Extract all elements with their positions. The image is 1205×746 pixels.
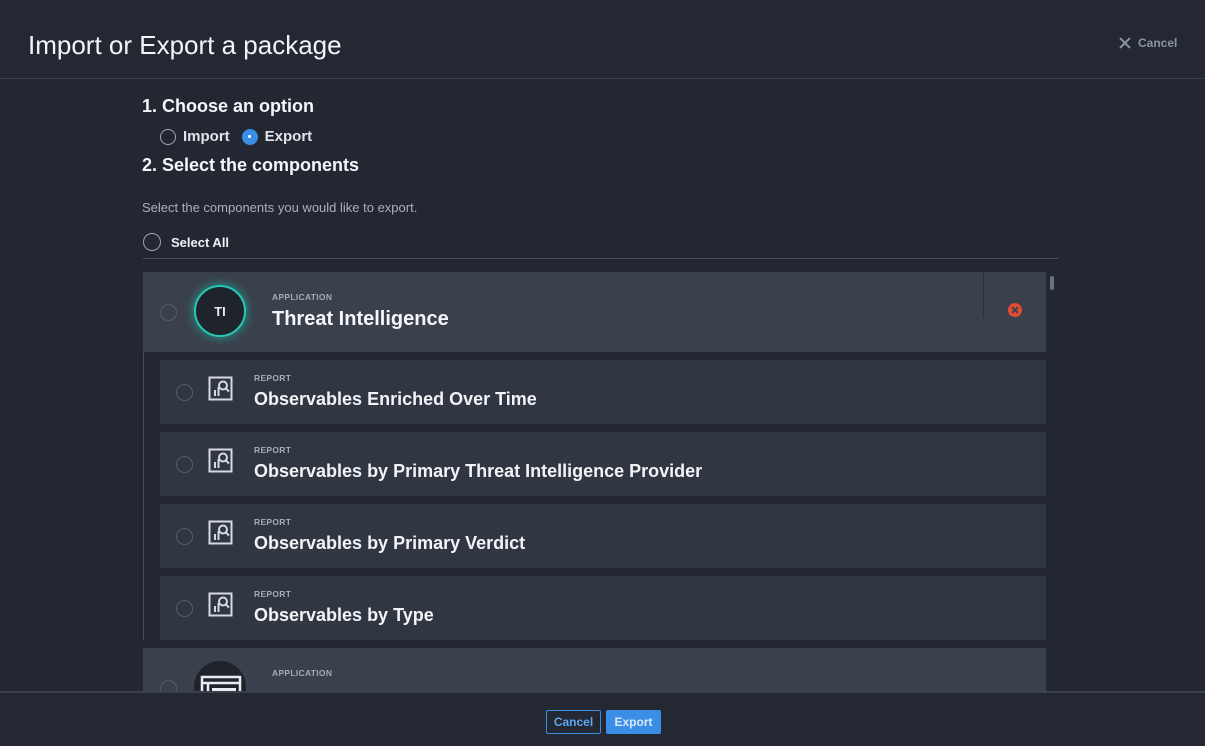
step2-title: 2. Select the components xyxy=(142,155,360,175)
application-name: Threat Intelligence xyxy=(272,308,449,330)
list-scrollbar[interactable] xyxy=(1050,276,1054,290)
report-row[interactable]: REPORT Observables by Type xyxy=(160,576,1046,640)
step2-description: Select the components you would like to … xyxy=(142,200,418,215)
report-select-radio[interactable] xyxy=(176,456,193,473)
step1-title: 1. Choose an option xyxy=(142,96,315,116)
report-name: Observables Enriched Over Time xyxy=(254,389,537,409)
export-radio[interactable] xyxy=(241,128,258,145)
report-name: Observables by Primary Threat Intelligen… xyxy=(254,461,703,481)
import-label: Import xyxy=(183,128,230,145)
application-type-label: APPLICATION xyxy=(272,292,333,302)
report-icon xyxy=(208,592,233,617)
report-select-radio[interactable] xyxy=(176,600,193,617)
select-all-radio[interactable] xyxy=(143,233,161,251)
export-option[interactable]: Export xyxy=(241,128,313,145)
application-select-radio[interactable] xyxy=(160,680,177,691)
page-title: Import or Export a package xyxy=(28,30,342,60)
report-type-label: REPORT xyxy=(254,517,292,527)
tree-connector-line xyxy=(143,352,144,640)
option-radio-group: Import Export xyxy=(160,128,312,145)
application-type-label: APPLICATION xyxy=(272,668,333,678)
report-icon xyxy=(208,376,233,401)
application-row[interactable]: APPLICATION xyxy=(143,648,1046,691)
import-option[interactable]: Import xyxy=(160,128,230,145)
cancel-button[interactable]: Cancel xyxy=(546,710,601,734)
modal-header: Import or Export a package Cancel xyxy=(0,0,1205,79)
report-type-label: REPORT xyxy=(254,589,292,599)
remove-icon[interactable] xyxy=(1008,303,1022,317)
import-radio[interactable] xyxy=(160,128,176,145)
divider xyxy=(143,258,1058,259)
select-all-checkbox[interactable]: Select All xyxy=(143,233,229,251)
report-row[interactable]: REPORT Observables by Primary Threat Int… xyxy=(160,432,1046,496)
close-icon xyxy=(1118,36,1132,50)
report-select-radio[interactable] xyxy=(176,384,193,401)
report-name: Observables by Type xyxy=(254,605,434,625)
modal-footer: Cancel Export xyxy=(0,691,1205,746)
component-list: TI APPLICATION Threat Intelligence REPOR… xyxy=(143,272,1046,691)
header-cancel-label: Cancel xyxy=(1138,36,1178,50)
report-name: Observables by Primary Verdict xyxy=(254,533,526,553)
report-icon xyxy=(208,520,233,545)
header-cancel-button[interactable]: Cancel xyxy=(1118,36,1177,50)
application-row[interactable]: TI APPLICATION Threat Intelligence xyxy=(143,272,1046,352)
layout-icon xyxy=(200,675,242,691)
application-avatar xyxy=(194,661,246,691)
export-button[interactable]: Export xyxy=(606,710,661,734)
report-type-label: REPORT xyxy=(254,373,292,383)
application-select-radio[interactable] xyxy=(160,304,177,321)
export-label: Export xyxy=(264,128,313,145)
report-type-label: REPORT xyxy=(254,445,292,455)
report-row[interactable]: REPORT Observables by Primary Verdict xyxy=(160,504,1046,568)
application-row-separator xyxy=(983,272,984,318)
report-select-radio[interactable] xyxy=(176,528,193,545)
select-all-label: Select All xyxy=(171,234,230,250)
modal-body: 1. Choose an option Import Export 2. Sel… xyxy=(0,80,1205,691)
report-icon xyxy=(208,448,233,473)
application-avatar: TI xyxy=(194,285,246,337)
report-row[interactable]: REPORT Observables Enriched Over Time xyxy=(160,360,1046,424)
